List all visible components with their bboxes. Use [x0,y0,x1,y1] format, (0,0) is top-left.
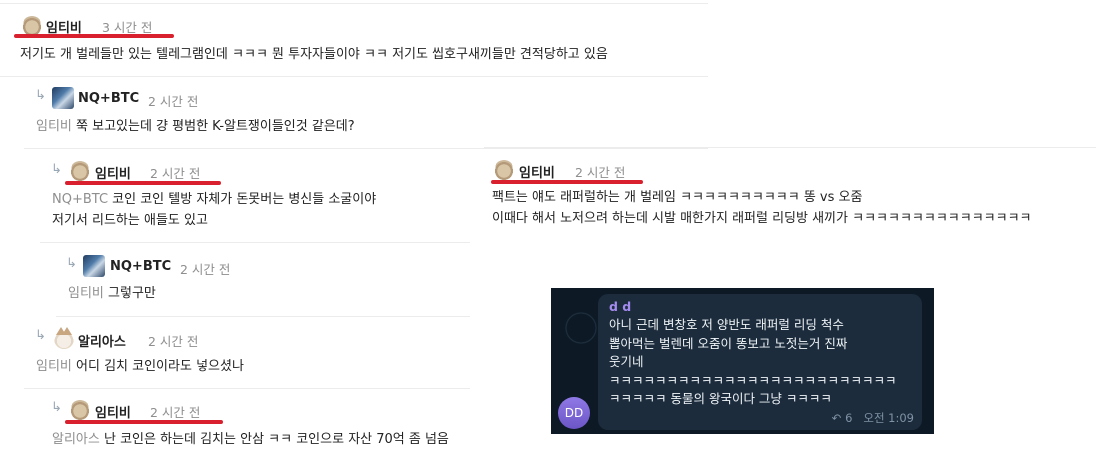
message-line: 뽑아먹는 벌렌데 오줌이 똥보고 노젓는거 진짜 [609,335,848,351]
comment-time: 2 시간 전 [150,405,201,420]
comment-author[interactable]: NQ+BTC [110,259,171,274]
comment-text: 팩트는 얘도 래퍼럴하는 개 벌레임 ㅋㅋㅋㅋㅋㅋㅋㅋㅋㅋ 똥 vs 오줌 [492,190,863,205]
comment-time: 2 시간 전 [180,262,231,277]
comment-time: 2 시간 전 [575,165,626,180]
avatar[interactable] [52,87,74,109]
message-line: 웃기네 [609,354,644,369]
avatar[interactable] [494,160,514,180]
mention[interactable]: NQ+BTC [52,192,108,207]
comment-text: 임티비 어디 김치 코인이라도 넣으셨나 [36,355,244,378]
mention[interactable]: 임티비 [36,359,72,374]
comment-time: 2 시간 전 [148,94,199,109]
comment-item: ↳ 임티비 2 시간 전 알리아스 난 코인은 하는데 김치는 안삼 ㅋㅋ 코인… [0,388,540,476]
reply-arrow-icon: ↳ [35,328,46,343]
comment-item: ↳ 알리아스 2 시간 전 임티비 어디 김치 코인이라도 넣으셨나 [0,316,470,388]
comment-author[interactable]: 임티비 [95,163,131,182]
mention[interactable]: 알리아스 [52,432,100,447]
message-line: 아니 근데 변창호 저 양반도 래퍼럴 리딩 척수 [609,317,844,332]
message-meta: ↶ 6 오전 1:09 [832,410,914,426]
reply-count: 6 [845,411,853,425]
message-text: 아니 근데 변창호 저 양반도 래퍼럴 리딩 척수 뽑아먹는 벌렌데 오줌이 똥… [609,316,897,409]
avatar[interactable] [70,400,90,420]
comment-item: ↳ NQ+BTC 2 시간 전 임티비 그렇구만 [0,242,470,316]
reply-arrow-icon: ↳ [35,88,46,103]
avatar[interactable] [83,255,105,277]
message-line: ㅋㅋㅋㅋㅋ 동물의 왕국이다 그냥 ㅋㅋㅋㅋ [609,391,832,406]
comment-text: 알리아스 난 코인은 하는데 김치는 안삼 ㅋㅋ 코인으로 자산 70억 좀 넘… [52,428,449,451]
comment-time: 2 시간 전 [148,334,199,349]
message-line: ㅋㅋㅋㅋㅋㅋㅋㅋㅋㅋㅋㅋㅋㅋㅋㅋㅋㅋㅋㅋㅋㅋㅋㅋㅋ [609,372,897,388]
mention[interactable]: 임티비 [36,119,72,134]
mention[interactable]: 임티비 [68,286,104,301]
reply-arrow-icon: ↳ [51,162,62,177]
avatar[interactable] [54,327,74,349]
forward-icon[interactable]: ↶ [832,411,842,425]
comment-text-content: 난 코인은 하는데 김치는 안삼 ㅋㅋ 코인으로 자산 70억 좀 넘음 [103,432,449,447]
comment-text-content: 코인 코인 텔방 자체가 돈못버는 병신들 소굴이야 [112,192,377,207]
comment-text-content: 그렇구만 [108,286,156,301]
avatar[interactable] [70,161,90,181]
comment-item: 임티비 3 시간 전 저기도 개 벌레들만 있는 텔레그램인데 ㅋㅋㅋ 뭔 투자… [0,0,708,76]
comment-text-content: 어디 김치 코인이라도 넣으셨나 [76,359,244,374]
comment-item: 임티비 2 시간 전 팩트는 얘도 래퍼럴하는 개 벌레임 ㅋㅋㅋㅋㅋㅋㅋㅋㅋㅋ… [484,147,1096,237]
reply-arrow-icon: ↳ [66,256,77,271]
highlight-underline [65,420,223,424]
comment-author[interactable]: NQ+BTC [78,91,139,106]
highlight-underline [65,181,221,185]
comment-text-content: 쭉 보고있는데 걍 평범한 K-알트쟁이들인것 같은데? [76,119,355,134]
comment-author[interactable]: 임티비 [519,162,555,181]
telegram-message-screenshot: DD d d 아니 근데 변창호 저 양반도 래퍼럴 리딩 척수 뽑아먹는 벌렌… [551,288,934,434]
sender-avatar[interactable]: DD [558,397,590,429]
reply-arrow-icon: ↳ [51,400,62,415]
sender-name[interactable]: d d [609,299,631,314]
message-time: 오전 1:09 [863,411,914,425]
comment-author[interactable]: 임티비 [95,402,131,421]
comment-text: 임티비 그렇구만 [68,282,156,305]
comment-text: 임티비 쭉 보고있는데 걍 평범한 K-알트쟁이들인것 같은데? [36,115,355,138]
avatar[interactable] [22,16,42,36]
comment-text: 저기도 개 벌레들만 있는 텔레그램인데 ㅋㅋㅋ 뭔 투자자들이야 ㅋㅋ 저기도… [20,47,608,62]
highlight-underline [491,180,643,184]
comment-text: NQ+BTC 코인 코인 텔방 자체가 돈못버는 병신들 소굴이야 [52,188,376,211]
message-bubble: d d 아니 근데 변창호 저 양반도 래퍼럴 리딩 척수 뽑아먹는 벌렌데 오… [598,294,922,430]
highlight-underline [14,34,174,38]
comment-text: 이때다 해서 노저으려 하는데 시발 매한가지 래퍼럴 리딩방 새끼가 ㅋㅋㅋㅋ… [492,211,1032,226]
comment-item: ↳ NQ+BTC 2 시간 전 임티비 쭉 보고있는데 걍 평범한 K-알트쟁이… [0,76,708,148]
comment-time: 2 시간 전 [150,166,201,181]
comment-text: 저기서 리드하는 애들도 있고 [52,213,208,228]
comment-author[interactable]: 알리아스 [78,331,126,350]
